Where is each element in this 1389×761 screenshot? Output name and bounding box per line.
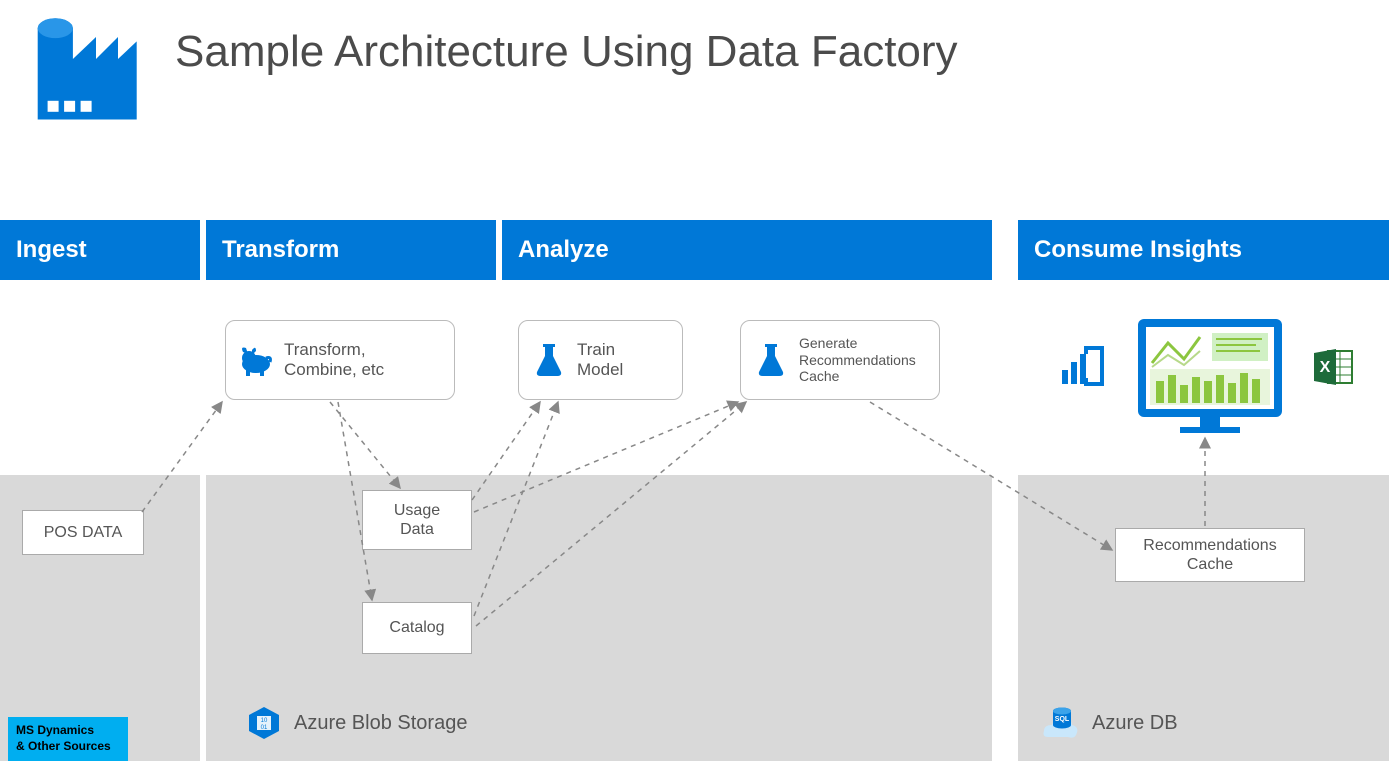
node-label: Train Model bbox=[577, 340, 623, 381]
node-label: Recommendations Cache bbox=[1143, 536, 1276, 574]
panel-blob: 10 01 Azure Blob Storage bbox=[206, 475, 992, 761]
node-usage-data: Usage Data bbox=[362, 490, 472, 550]
stage-label: Ingest bbox=[16, 236, 87, 264]
stage-label: Transform bbox=[222, 236, 339, 264]
stage-analyze: Analyze bbox=[502, 220, 992, 280]
factory-icon bbox=[30, 15, 140, 125]
dashboard-monitor-icon bbox=[1130, 315, 1290, 435]
panel-label-text: Azure Blob Storage bbox=[294, 712, 467, 735]
node-train-model: Train Model bbox=[518, 320, 683, 400]
stage-bar: Ingest Transform Analyze Consume Insight… bbox=[0, 220, 1389, 280]
node-label: POS DATA bbox=[44, 523, 123, 542]
node-transform-combine: Transform, Combine, etc bbox=[225, 320, 455, 400]
panel-db: SQL Azure DB bbox=[1018, 475, 1389, 761]
hadoop-icon bbox=[238, 342, 274, 378]
panel-label-text: Azure DB bbox=[1092, 712, 1178, 735]
page-title: Sample Architecture Using Data Factory bbox=[175, 27, 958, 77]
svg-text:01: 01 bbox=[261, 725, 268, 731]
node-label: Usage Data bbox=[394, 501, 440, 539]
node-label: Transform, Combine, etc bbox=[284, 340, 384, 381]
flask-icon bbox=[531, 342, 567, 378]
stage-gap bbox=[998, 220, 1018, 280]
node-pos-data: POS DATA bbox=[22, 510, 144, 555]
storage-row: MS Dynamics & Other Sources 10 01 Azure … bbox=[0, 475, 1389, 761]
excel-icon: X bbox=[1312, 345, 1356, 389]
stage-transform: Transform bbox=[206, 220, 496, 280]
node-reco-cache: Recommendations Cache bbox=[1115, 528, 1305, 582]
sources-badge: MS Dynamics & Other Sources bbox=[8, 717, 128, 761]
stage-label: Consume Insights bbox=[1034, 236, 1242, 264]
node-label: Generate Recommendations Cache bbox=[799, 335, 927, 385]
powerbi-icon bbox=[1058, 342, 1106, 390]
page-header: Sample Architecture Using Data Factory bbox=[0, 0, 1389, 125]
stage-label: Analyze bbox=[518, 236, 609, 264]
stage-consume: Consume Insights bbox=[1018, 220, 1389, 280]
stage-ingest: Ingest bbox=[0, 220, 200, 280]
svg-text:SQL: SQL bbox=[1055, 716, 1070, 723]
blob-storage-icon: 10 01 bbox=[246, 705, 282, 741]
badge-text: MS Dynamics & Other Sources bbox=[16, 723, 111, 753]
node-generate-reco: Generate Recommendations Cache bbox=[740, 320, 940, 400]
svg-text:10: 10 bbox=[261, 718, 268, 724]
node-label: Catalog bbox=[389, 618, 444, 637]
panel-gap bbox=[998, 475, 1018, 761]
node-catalog: Catalog bbox=[362, 602, 472, 654]
svg-text:X: X bbox=[1320, 359, 1331, 376]
sql-db-icon: SQL bbox=[1040, 705, 1080, 741]
flask-icon bbox=[753, 342, 789, 378]
